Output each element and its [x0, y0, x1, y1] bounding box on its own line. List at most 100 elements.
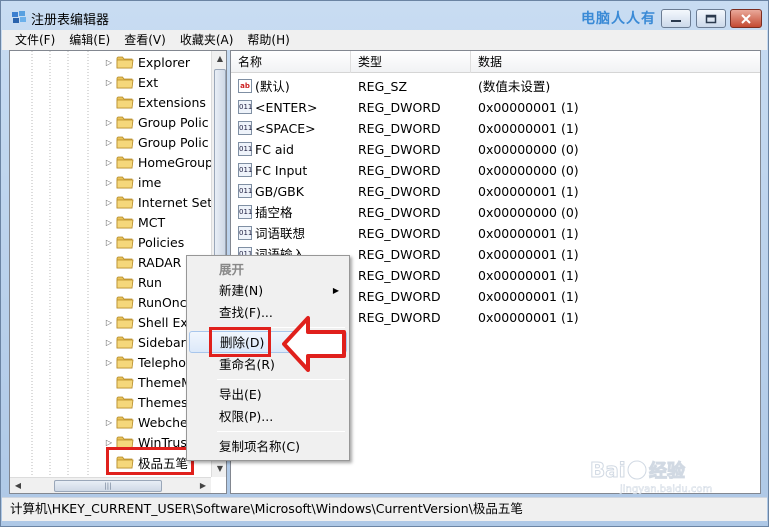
tree-item[interactable]: RunOnce — [104, 292, 194, 312]
tree-item[interactable]: ▷ Sidebar — [104, 332, 186, 352]
folder-icon — [116, 336, 134, 349]
expand-arrow-icon[interactable]: ▷ — [104, 418, 114, 427]
menu-view[interactable]: 查看(V) — [117, 31, 173, 49]
menu-favorites[interactable]: 收藏夹(A) — [173, 31, 241, 49]
tree-item[interactable]: ▷ Ext — [104, 72, 158, 92]
tree-item[interactable]: ▷ MCT — [104, 212, 165, 232]
menu-separator — [217, 379, 345, 380]
menu-file[interactable]: 文件(F) — [8, 31, 62, 49]
expand-arrow-icon[interactable]: ▷ — [104, 238, 114, 247]
dword-value-icon: 011 — [238, 142, 252, 156]
value-data: 0x00000000 (0) — [478, 142, 579, 157]
folder-icon — [116, 276, 134, 289]
list-row[interactable]: 011 <ENTER> REG_DWORD 0x00000001 (1) — [231, 97, 760, 118]
tree-item[interactable]: ▷ Group Polic — [104, 132, 209, 152]
expand-arrow-icon[interactable]: ▷ — [104, 358, 114, 367]
menu-item-export[interactable]: 导出(E) — [189, 384, 347, 406]
tree-item[interactable]: ▷ Internet Sett — [104, 192, 217, 212]
list-row[interactable]: 011 FC aid REG_DWORD 0x00000000 (0) — [231, 139, 760, 160]
value-type: REG_DWORD — [358, 163, 441, 178]
minimize-button[interactable] — [661, 9, 691, 28]
tree-item[interactable]: RADAR — [104, 252, 181, 272]
tree-horizontal-scrollbar[interactable]: ◀ ||| ▶ — [10, 477, 211, 493]
tree-item[interactable]: ▷ Webche — [104, 412, 188, 432]
expand-arrow-icon[interactable]: ▷ — [104, 78, 114, 87]
submenu-arrow-icon: ▶ — [332, 286, 339, 295]
tree-item[interactable]: ▷ Policies — [104, 232, 184, 252]
tree-item-label: Explorer — [138, 54, 191, 70]
tree-item[interactable]: ▷ Telepho — [104, 352, 186, 372]
tree-item[interactable]: ThemeM — [104, 372, 192, 392]
folder-icon — [116, 376, 134, 389]
expand-arrow-icon[interactable]: ▷ — [104, 58, 114, 67]
list-row[interactable]: 011 词语联想 REG_DWORD 0x00000001 (1) — [231, 223, 760, 244]
folder-icon — [116, 156, 134, 169]
tree-item-label: Internet Sett — [138, 194, 218, 210]
scroll-left-icon[interactable]: ◀ — [10, 478, 26, 493]
value-type: REG_DWORD — [358, 310, 441, 325]
tree-item[interactable]: ▷ Shell Ext — [104, 312, 193, 332]
column-data[interactable]: 数据 — [471, 51, 760, 73]
folder-icon — [116, 236, 134, 249]
highlight-selected-key — [106, 447, 194, 475]
tree-hscroll-thumb[interactable]: ||| — [54, 480, 162, 492]
tree-item[interactable]: Extensions — [104, 92, 206, 112]
menu-item-new[interactable]: 新建(N) ▶ — [189, 280, 347, 302]
tree-item-label: MCT — [138, 214, 166, 230]
expand-arrow-icon[interactable]: ▷ — [104, 118, 114, 127]
list-row[interactable]: 011 <SPACE> REG_DWORD 0x00000001 (1) — [231, 118, 760, 139]
dword-value-icon: 011 — [238, 163, 252, 177]
value-data: 0x00000001 (1) — [478, 247, 579, 262]
dword-value-icon: 011 — [238, 205, 252, 219]
scroll-up-icon[interactable]: ▲ — [212, 51, 226, 67]
folder-icon — [116, 56, 134, 69]
tree-item-label: Extensions — [138, 94, 206, 110]
value-data: 0x00000001 (1) — [478, 310, 579, 325]
tree-item-label: ThemeM — [138, 374, 192, 390]
tree-item[interactable]: ▷ Group Polic — [104, 112, 209, 132]
value-type: REG_DWORD — [358, 142, 441, 157]
scroll-right-icon[interactable]: ▶ — [195, 478, 211, 493]
tree-scroll-thumb[interactable] — [214, 69, 226, 274]
expand-arrow-icon[interactable]: ▷ — [104, 338, 114, 347]
menu-item-copy-key-name[interactable]: 复制项名称(C) — [189, 436, 347, 458]
folder-icon — [116, 116, 134, 129]
value-data: 0x00000001 (1) — [478, 226, 579, 241]
column-name[interactable]: 名称 — [231, 51, 351, 73]
expand-arrow-icon[interactable]: ▷ — [104, 198, 114, 207]
list-row[interactable]: 011 GB/GBK REG_DWORD 0x00000001 (1) — [231, 181, 760, 202]
tree-item[interactable]: Themes — [104, 392, 188, 412]
value-data: 0x00000001 (1) — [478, 268, 579, 283]
menu-edit[interactable]: 编辑(E) — [62, 31, 117, 49]
tree-item-label: Sidebar — [138, 334, 186, 350]
tree-item-label: Themes — [138, 394, 188, 410]
expand-arrow-icon[interactable]: ▷ — [104, 218, 114, 227]
expand-arrow-icon[interactable]: ▷ — [104, 138, 114, 147]
menu-item-permissions[interactable]: 权限(P)... — [189, 406, 347, 428]
column-type[interactable]: 类型 — [351, 51, 471, 73]
tree-item[interactable]: ▷ Explorer — [104, 52, 190, 72]
expand-arrow-icon[interactable]: ▷ — [104, 178, 114, 187]
folder-icon — [116, 136, 134, 149]
list-row[interactable]: 011 FC Input REG_DWORD 0x00000000 (0) — [231, 160, 760, 181]
value-name: 插空格 — [255, 205, 293, 220]
menu-item-expand[interactable]: 展开 — [189, 259, 347, 281]
tree-item[interactable]: Run — [104, 272, 162, 292]
maximize-button[interactable] — [696, 9, 726, 28]
list-row[interactable]: ab (默认) REG_SZ (数值未设置) — [231, 76, 760, 97]
tree-item[interactable]: ▷ HomeGroup — [104, 152, 213, 172]
menu-help[interactable]: 帮助(H) — [240, 31, 296, 49]
value-type: REG_DWORD — [358, 268, 441, 283]
list-row[interactable]: 011 插空格 REG_DWORD 0x00000000 (0) — [231, 202, 760, 223]
red-arrow-icon — [282, 316, 346, 372]
value-name: (默认) — [255, 79, 290, 94]
scroll-down-icon[interactable]: ▼ — [212, 461, 226, 477]
expand-arrow-icon[interactable]: ▷ — [104, 438, 114, 447]
close-button[interactable] — [730, 9, 762, 28]
expand-arrow-icon[interactable]: ▷ — [104, 158, 114, 167]
value-type: REG_DWORD — [358, 289, 441, 304]
folder-icon — [116, 76, 134, 89]
window-title: 注册表编辑器 — [31, 13, 110, 28]
expand-arrow-icon[interactable]: ▷ — [104, 318, 114, 327]
tree-item[interactable]: ▷ ime — [104, 172, 161, 192]
